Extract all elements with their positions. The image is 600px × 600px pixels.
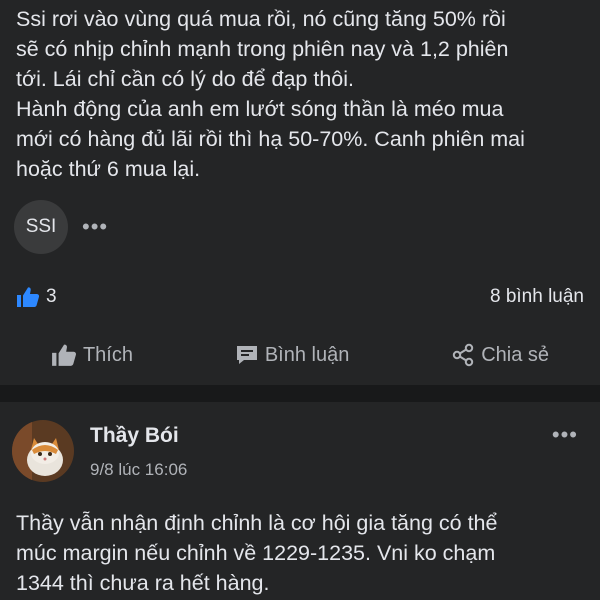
post-card-2: Thầy Bói 9/8 lúc 16:06 ••• Thầy vẫn nhận…: [0, 402, 600, 600]
like-button-label: Thích: [82, 343, 133, 366]
share-button[interactable]: Chia sẻ: [451, 343, 549, 367]
post-actions: Thích Bình luận Chia sẻ: [0, 335, 600, 375]
comment-button-label: Bình luận: [264, 343, 350, 366]
tag-row: SSI •••: [14, 200, 108, 254]
share-button-label: Chia sẻ: [481, 343, 550, 366]
post-timestamp: 9/8 lúc 16:06: [90, 460, 188, 479]
post-author-name[interactable]: Thầy Bói: [90, 424, 179, 448]
thumbs-up-icon: [52, 344, 76, 366]
post-body-text: Ssi rơi vào vùng quá mua rồi, nó cũng tă…: [16, 7, 525, 181]
like-button[interactable]: Thích: [51, 343, 133, 367]
like-summary[interactable]: 3: [16, 286, 57, 308]
like-count: 3: [46, 286, 57, 307]
post-body-text: Thầy vẫn nhận định chỉnh là cơ hội gia t…: [16, 511, 498, 595]
stock-tag-chip[interactable]: SSI: [14, 200, 68, 254]
post-card-1: Ssi rơi vào vùng quá mua rồi, nó cũng tă…: [0, 0, 600, 385]
comment-icon: [236, 346, 257, 364]
comment-button[interactable]: Bình luận: [235, 343, 350, 367]
avatar-image: [12, 420, 74, 482]
more-icon[interactable]: •••: [552, 422, 578, 448]
post-stats: 3 8 bình luận: [16, 282, 584, 312]
like-icon: [17, 287, 40, 307]
avatar[interactable]: [12, 420, 74, 482]
tag-more-icon[interactable]: •••: [82, 216, 108, 238]
share-icon: [453, 343, 474, 367]
comment-count-link[interactable]: 8 bình luận: [490, 286, 584, 308]
